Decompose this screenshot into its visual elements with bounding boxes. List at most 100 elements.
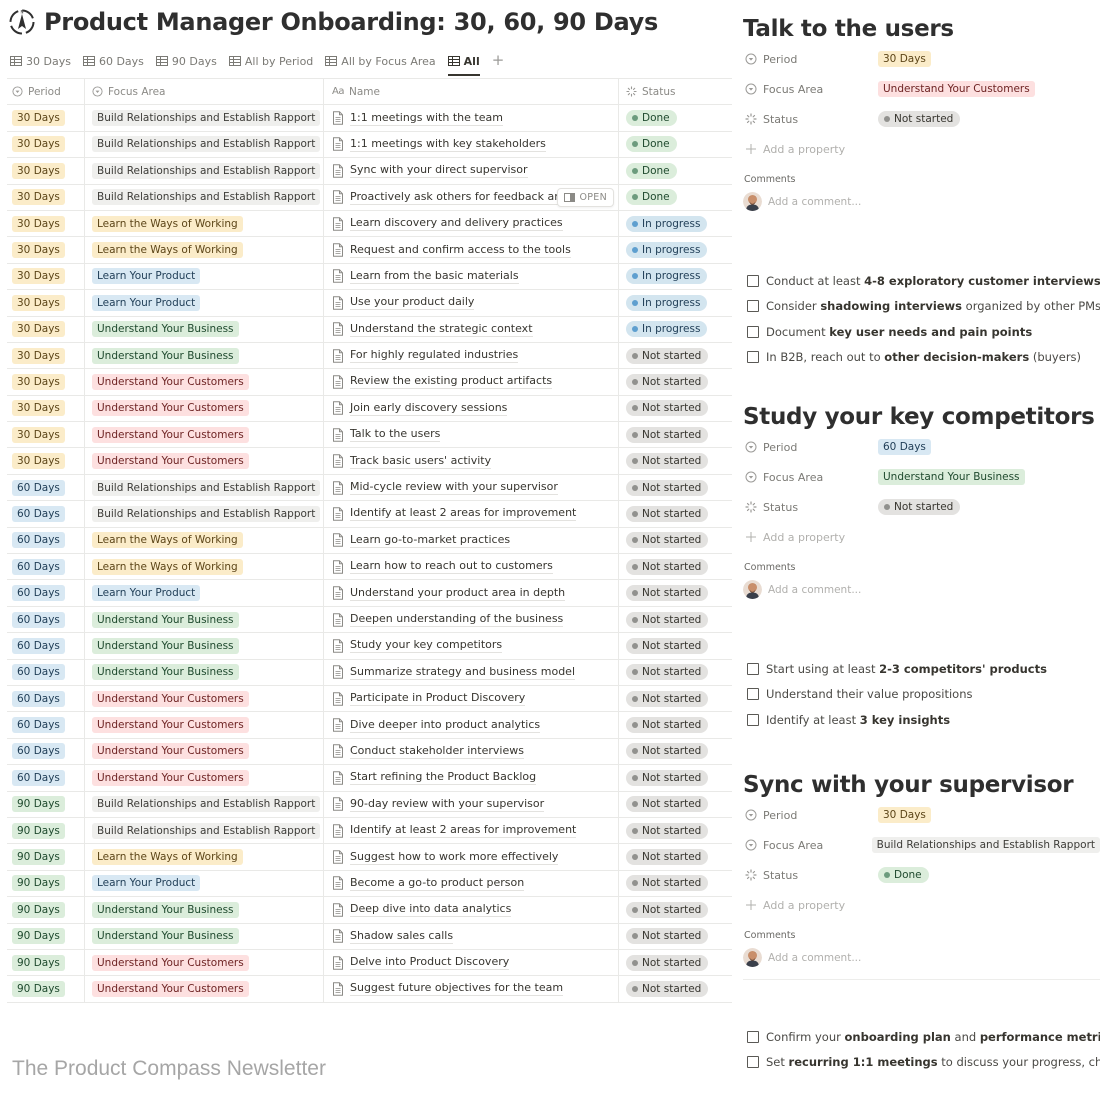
focus-area-cell[interactable]: Understand Your Customers — [85, 422, 324, 448]
status-cell[interactable]: Not started — [619, 871, 732, 896]
row-title-link[interactable]: Proactively ask others for feedback and … — [350, 190, 586, 205]
status-cell[interactable]: In progress — [619, 290, 732, 315]
todo-checkbox[interactable] — [747, 351, 759, 364]
table-row[interactable]: 90 Days Learn the Ways of Working Suggest … — [7, 844, 732, 871]
row-title-link[interactable]: 90-day review with your supervisor — [350, 797, 545, 812]
row-title-link[interactable]: Deepen understanding of the business — [350, 612, 564, 627]
property-value[interactable]: Done — [878, 867, 929, 883]
period-cell[interactable]: 60 Days — [7, 738, 85, 765]
comment-input[interactable] — [768, 951, 968, 964]
status-cell[interactable]: Not started — [619, 897, 732, 922]
property-value[interactable]: 60 Days — [878, 439, 931, 455]
tab-all-by-focus-area[interactable]: All by Focus Area — [325, 50, 436, 72]
row-title-link[interactable]: Learn how to reach out to customers — [350, 559, 553, 575]
period-cell[interactable]: 60 Days — [7, 554, 85, 580]
table-row[interactable]: 60 Days Understand Your Customers Conduct … — [7, 738, 732, 766]
row-title-link[interactable]: Identify at least 2 areas for improvemen… — [350, 506, 577, 522]
focus-area-cell[interactable]: Understand Your Customers — [85, 949, 324, 976]
name-cell[interactable]: Understand your product area in depth — [324, 580, 619, 606]
table-row[interactable]: 60 Days Learn Your Product Understand your… — [7, 580, 732, 607]
add-property-button[interactable]: Add a property — [743, 134, 1100, 164]
name-cell[interactable]: Sync with your direct supervisor — [324, 158, 619, 184]
property-label[interactable]: Period — [743, 809, 878, 822]
property-label[interactable]: Period — [743, 441, 878, 454]
focus-area-cell[interactable]: Understand Your Business — [85, 659, 324, 685]
focus-area-cell[interactable]: Understand Your Business — [85, 923, 324, 949]
name-cell[interactable]: Suggest how to work more effectively — [324, 844, 619, 870]
table-row[interactable]: 90 Days Learn Your Product Become a go-to … — [7, 870, 732, 898]
status-cell[interactable]: Done — [619, 185, 732, 210]
page-detail-title[interactable]: Sync with your supervisor — [743, 772, 1100, 798]
period-cell[interactable]: 30 Days — [7, 448, 85, 474]
todo-checkbox[interactable] — [747, 1056, 759, 1069]
period-cell[interactable]: 90 Days — [7, 949, 85, 976]
row-title-link[interactable]: Delve into Product Discovery — [350, 955, 510, 971]
period-cell[interactable]: 60 Days — [7, 633, 85, 659]
table-row[interactable]: 90 Days Understand Your Business Deep dive… — [7, 897, 732, 924]
row-title-link[interactable]: Become a go-to product person — [350, 876, 525, 891]
name-cell[interactable]: Suggest future objectives for the team — [324, 976, 619, 1002]
table-row[interactable]: 90 Days Understand Your Customers Suggest … — [7, 976, 732, 1003]
add-view-button[interactable]: + — [492, 50, 505, 70]
name-cell[interactable]: Learn how to reach out to customers — [324, 554, 619, 580]
name-cell[interactable]: 1:1 meetings with key stakeholders — [324, 131, 619, 158]
row-title-link[interactable]: Understand the strategic context — [350, 322, 533, 337]
todo-checkbox[interactable] — [747, 713, 759, 726]
focus-area-cell[interactable]: Understand Your Customers — [85, 712, 324, 738]
status-cell[interactable]: Not started — [619, 844, 732, 869]
add-property-button[interactable]: Add a property — [743, 522, 1100, 552]
focus-area-cell[interactable]: Understand Your Business — [85, 316, 324, 342]
name-cell[interactable]: Become a go-to product person — [324, 870, 619, 897]
status-cell[interactable]: Not started — [619, 422, 732, 447]
status-cell[interactable]: Not started — [619, 554, 732, 579]
period-cell[interactable]: 30 Days — [7, 290, 85, 316]
row-title-link[interactable]: Talk to the users — [350, 427, 441, 443]
period-cell[interactable]: 60 Days — [7, 685, 85, 712]
period-cell[interactable]: 30 Days — [7, 263, 85, 290]
status-cell[interactable]: In progress — [619, 264, 732, 289]
page-detail-title[interactable]: Talk to the users — [743, 16, 1100, 42]
row-title-link[interactable]: Sync with your direct supervisor — [350, 163, 528, 179]
row-title-link[interactable]: Learn from the basic materials — [350, 269, 519, 284]
name-cell[interactable]: Deep dive into data analytics — [324, 897, 619, 923]
period-cell[interactable]: 30 Days — [7, 395, 85, 422]
table-row[interactable]: 90 Days Understand Your Business Shadow sa… — [7, 923, 732, 950]
row-title-link[interactable]: Summarize strategy and business model — [350, 665, 576, 680]
todo-text[interactable]: In B2B, reach out to other decision-make… — [766, 350, 1081, 364]
focus-area-cell[interactable]: Learn Your Product — [85, 580, 324, 606]
row-title-link[interactable]: Deep dive into data analytics — [350, 902, 512, 918]
property-label[interactable]: Status — [743, 113, 878, 126]
period-cell[interactable]: 90 Days — [7, 976, 85, 1002]
status-cell[interactable]: Done — [619, 158, 732, 183]
period-cell[interactable]: 60 Days — [7, 765, 85, 791]
status-cell[interactable]: Not started — [619, 580, 732, 605]
open-page-button[interactable]: OPEN — [557, 187, 614, 207]
todo-text[interactable]: Identify at least 3 key insights — [766, 713, 950, 727]
row-title-link[interactable]: For highly regulated industries — [350, 348, 519, 364]
property-label[interactable]: Focus Area — [743, 83, 878, 96]
focus-area-cell[interactable]: Learn the Ways of Working — [85, 210, 324, 237]
table-row[interactable]: 30 Days Understand Your Customers Track ba… — [7, 448, 732, 475]
todo-text[interactable]: Confirm your onboarding plan and perform… — [766, 1030, 1100, 1044]
status-cell[interactable]: Not started — [619, 501, 732, 526]
table-row[interactable]: 90 Days Understand Your Customers Delve in… — [7, 949, 732, 977]
period-cell[interactable]: 90 Days — [7, 791, 85, 817]
row-title-link[interactable]: Track basic users' activity — [350, 454, 492, 469]
todo-text[interactable]: Conduct at least 4-8 exploratory custome… — [766, 274, 1100, 288]
row-title-link[interactable]: Dive deeper into product analytics — [350, 718, 541, 733]
status-cell[interactable]: Not started — [619, 660, 732, 685]
table-row[interactable]: 30 Days Learn Your Product Use your produc… — [7, 290, 732, 317]
status-cell[interactable]: Not started — [619, 369, 732, 394]
property-value[interactable]: Build Relationships and Establish Rappor… — [871, 837, 1100, 853]
name-cell[interactable]: Identify at least 2 areas for improvemen… — [324, 501, 619, 527]
todo-checkbox[interactable] — [747, 1030, 759, 1043]
status-cell[interactable]: Not started — [619, 475, 732, 500]
todo-text[interactable]: Document key user needs and pain points — [766, 325, 1032, 339]
row-title-link[interactable]: Participate in Product Discovery — [350, 691, 526, 707]
status-cell[interactable]: Not started — [619, 976, 732, 1001]
focus-area-cell[interactable]: Understand Your Customers — [85, 765, 324, 791]
row-title-link[interactable]: Conduct stakeholder interviews — [350, 744, 524, 759]
name-cell[interactable]: Shadow sales calls — [324, 923, 619, 949]
focus-area-cell[interactable]: Understand Your Customers — [85, 448, 324, 474]
row-title-link[interactable]: Start refining the Product Backlog — [350, 770, 537, 786]
